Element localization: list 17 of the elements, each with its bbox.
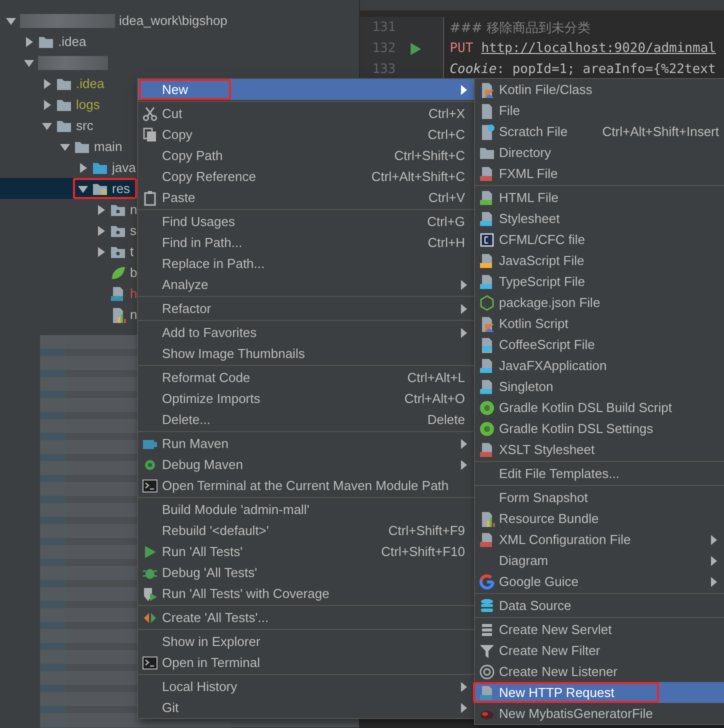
header-name: Cookie bbox=[450, 62, 497, 77]
shortcut-label: Ctrl+Shift+C bbox=[394, 148, 465, 163]
shortcut-label: Ctrl+V bbox=[428, 190, 465, 205]
shortcut-label: Ctrl+Alt+O bbox=[404, 391, 465, 406]
http-method: PUT bbox=[450, 41, 474, 56]
shortcut-label: Ctrl+Alt+Shift+C bbox=[371, 169, 465, 184]
shortcut-label: Ctrl+Shift+F10 bbox=[381, 544, 465, 559]
shortcut-label: Ctrl+Alt+Shift+Insert bbox=[602, 124, 719, 139]
shortcut-label: Ctrl+Shift+F9 bbox=[388, 523, 465, 538]
shortcut-label: Ctrl+X bbox=[428, 106, 465, 121]
shortcut-label: Ctrl+G bbox=[427, 214, 465, 229]
header-value: : popId=1; areaInfo={%22text bbox=[496, 62, 716, 77]
shortcut-label: Ctrl+H bbox=[428, 235, 465, 250]
shortcut-label: Delete bbox=[427, 412, 465, 427]
code-comment: ### 移除商品到未分类 bbox=[450, 20, 591, 36]
shortcut-label: Ctrl+C bbox=[428, 127, 465, 142]
shortcut-label: Ctrl+Alt+L bbox=[407, 370, 465, 385]
